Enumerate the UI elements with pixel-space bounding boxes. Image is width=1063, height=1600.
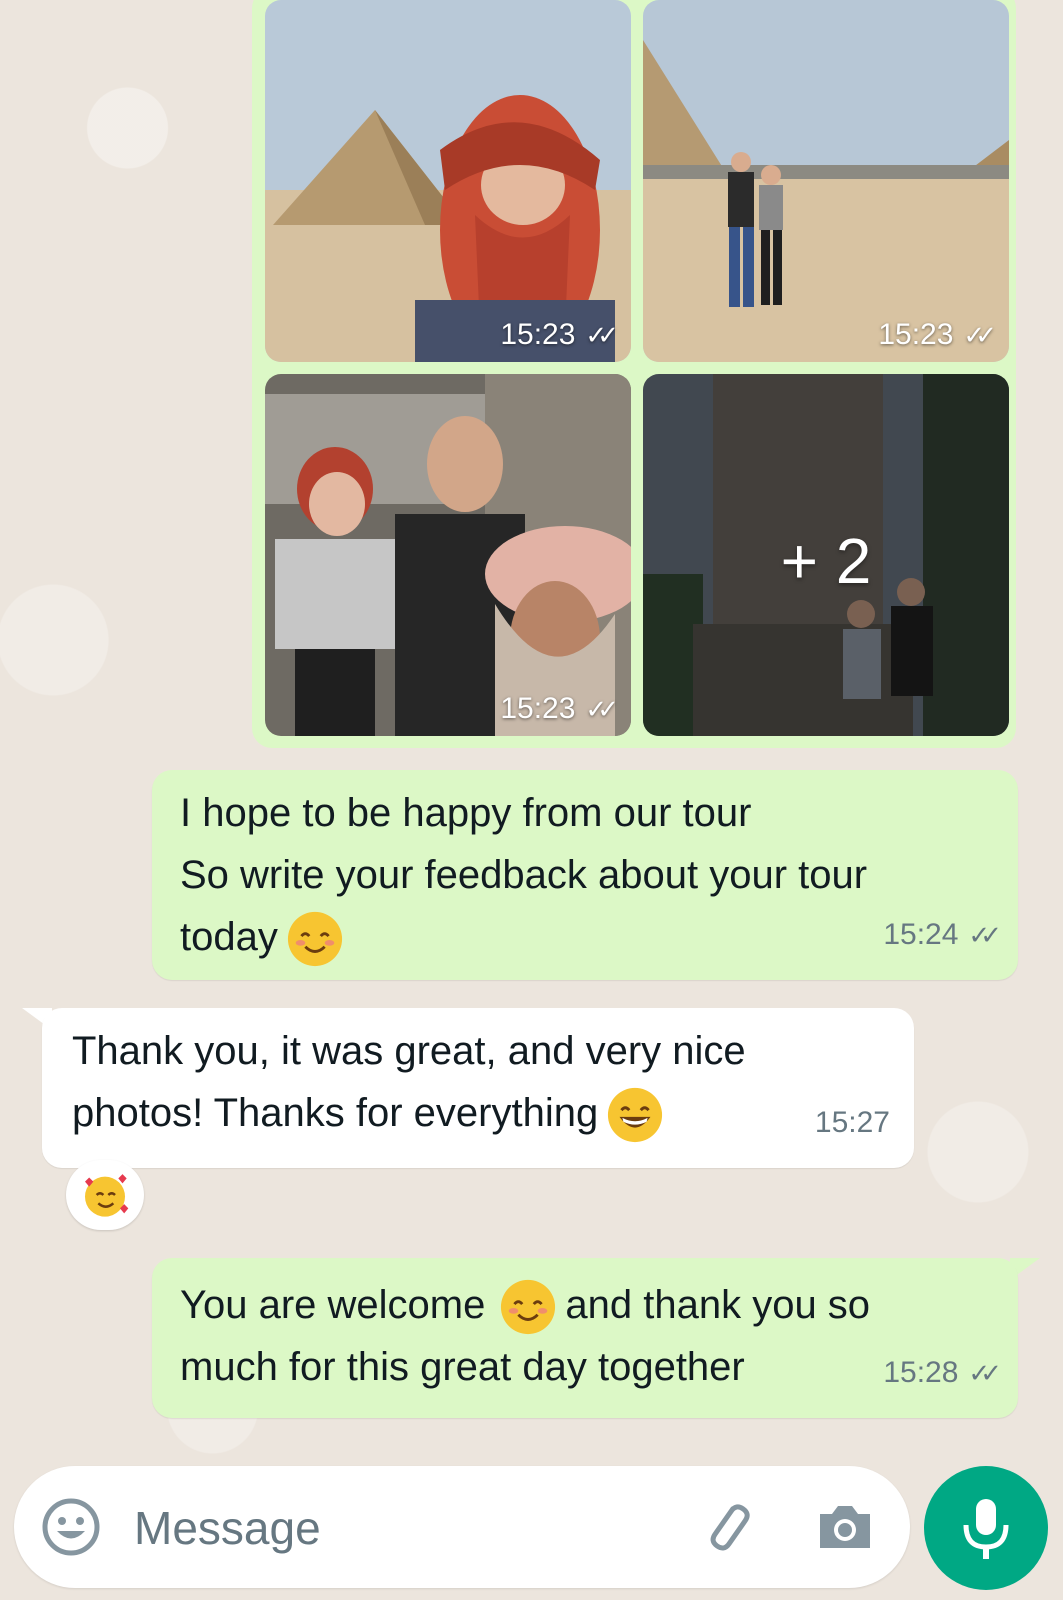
paperclip-icon[interactable] [696, 1496, 758, 1558]
photo-timestamp: 15:23 ✓✓ [500, 318, 618, 351]
message-text-line: much for this great day together [180, 1345, 745, 1390]
read-ticks-icon: ✓✓ [963, 319, 996, 350]
message-composer [14, 1466, 910, 1588]
outgoing-message[interactable]: You are welcome and thank you so much for… [152, 1258, 1018, 1418]
smiling-face-with-hearts-icon [85, 1174, 129, 1217]
message-text-line: today [180, 906, 990, 968]
album-photo-more[interactable]: + 2 [643, 374, 1009, 736]
read-ticks-icon: ✓✓ [585, 319, 618, 350]
album-photo-3[interactable]: 15:23 ✓✓ [265, 374, 631, 736]
outgoing-message[interactable]: I hope to be happy from our tour So writ… [152, 770, 1018, 980]
camera-icon[interactable] [814, 1498, 876, 1556]
read-ticks-icon: ✓✓ [585, 693, 618, 724]
photo-timestamp: 15:23 ✓✓ [500, 692, 618, 725]
message-text-line: photos! Thanks for everything [72, 1082, 884, 1144]
smiling-face-emoji-icon [287, 912, 342, 967]
read-ticks-icon: ✓✓ [968, 920, 1001, 950]
read-ticks-icon: ✓✓ [968, 1358, 1001, 1388]
photo-timestamp: 15:23 ✓✓ [878, 318, 996, 351]
album-photo-1[interactable]: 15:23 ✓✓ [265, 0, 631, 362]
incoming-message[interactable]: Thank you, it was great, and very nice p… [42, 1008, 914, 1168]
emoji-icon[interactable] [40, 1496, 102, 1558]
message-text-line: You are welcome and thank you so [180, 1274, 990, 1336]
message-text-line: I hope to be happy from our tour [180, 791, 752, 835]
message-timestamp: 15:27 [814, 1106, 890, 1139]
mic-icon [963, 1499, 1009, 1559]
message-text-line: So write your feedback about your tour [180, 853, 868, 897]
message-timestamp: 15:24 ✓✓ [883, 904, 1001, 966]
voice-record-button[interactable] [924, 1466, 1048, 1590]
message-input[interactable] [132, 1496, 656, 1560]
more-photos-count: + 2 [780, 525, 872, 597]
album-photo-2[interactable]: 15:23 ✓✓ [643, 0, 1009, 362]
smiling-face-emoji-icon [501, 1280, 556, 1335]
message-timestamp: 15:28 ✓✓ [883, 1342, 1001, 1404]
grinning-face-emoji-icon [608, 1088, 663, 1143]
message-reaction[interactable] [66, 1160, 144, 1230]
message-text-line: Thank you, it was great, and very nice [72, 1029, 746, 1073]
